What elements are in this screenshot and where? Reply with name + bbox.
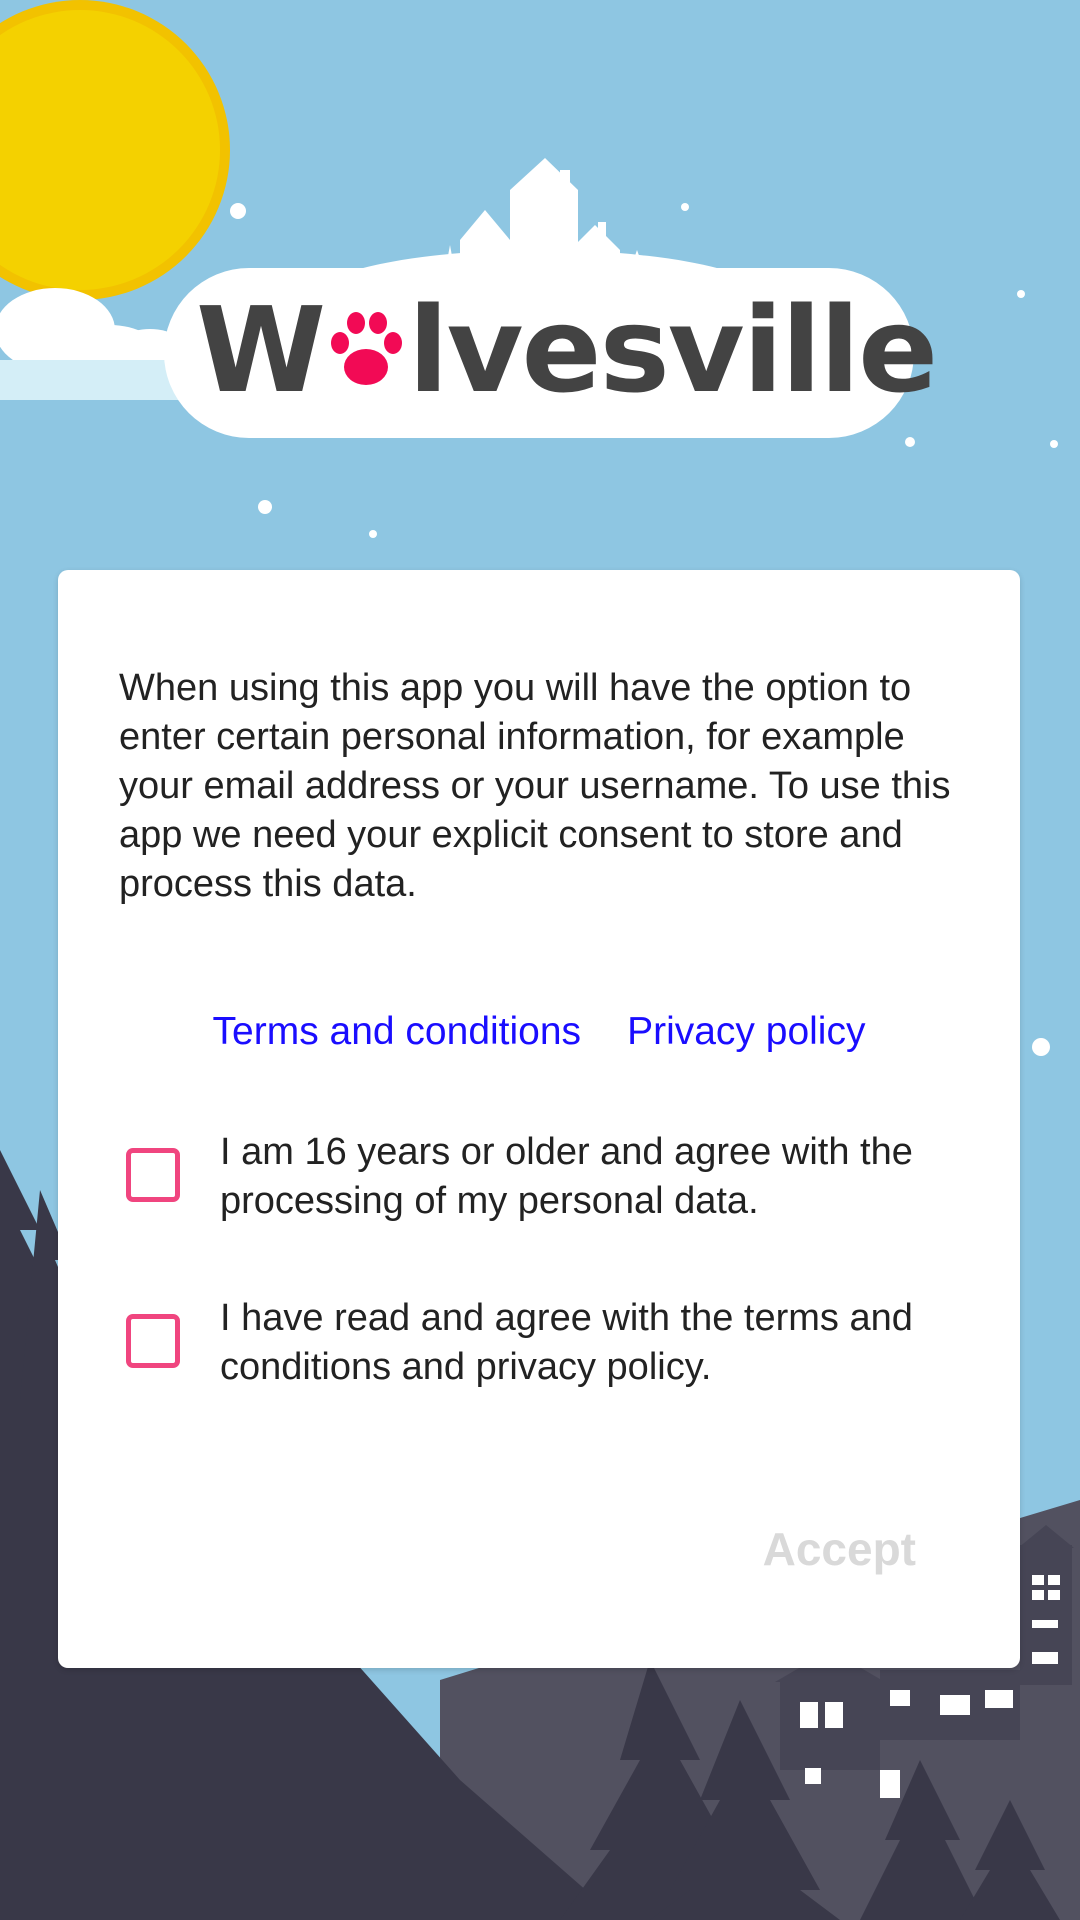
logo-text-end: lvesville bbox=[408, 281, 938, 419]
consent-dialog: When using this app you will have the op… bbox=[58, 570, 1020, 1668]
logo-text-start: W bbox=[196, 281, 326, 419]
app-logo: W lvesville bbox=[196, 290, 938, 410]
consent-intro-text: When using this app you will have the op… bbox=[119, 667, 951, 905]
terms-link[interactable]: Terms and conditions bbox=[213, 1010, 582, 1053]
privacy-link[interactable]: Privacy policy bbox=[627, 1010, 865, 1053]
paw-icon bbox=[324, 307, 408, 397]
age-consent-checkbox[interactable] bbox=[126, 1148, 180, 1202]
age-consent-label[interactable]: I am 16 years or older and agree with th… bbox=[220, 1128, 940, 1226]
terms-consent-checkbox[interactable] bbox=[126, 1314, 180, 1368]
terms-consent-label[interactable]: I have read and agree with the terms and… bbox=[220, 1294, 940, 1392]
legal-links: Terms and conditions Privacy policy bbox=[58, 1008, 1020, 1056]
accept-button[interactable]: Accept bbox=[763, 1522, 916, 1576]
